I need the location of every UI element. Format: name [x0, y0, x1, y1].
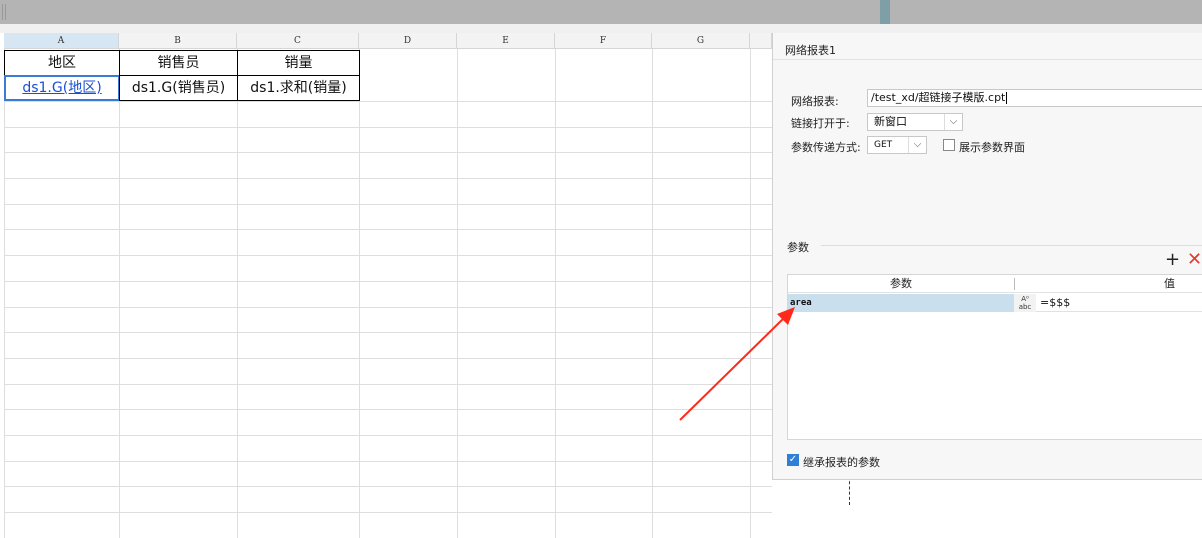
- param-method-label: 参数传递方式:: [791, 141, 861, 154]
- grid-vline: [237, 49, 238, 538]
- grid-hline: [4, 332, 772, 333]
- report-label: 网络报表:: [791, 95, 839, 108]
- params-group-line: [821, 245, 1202, 246]
- value-column-header[interactable]: 值: [1015, 275, 1202, 293]
- column-header-h[interactable]: [750, 33, 772, 49]
- show-param-label: 展示参数界面: [959, 141, 1025, 154]
- column-header-c[interactable]: C: [237, 33, 359, 49]
- grid-hline: [4, 281, 772, 282]
- column-header-b[interactable]: B: [119, 33, 237, 49]
- column-header-g[interactable]: G: [652, 33, 750, 49]
- grid-hline: [4, 512, 772, 513]
- type-toggle-icon[interactable]: A⁰ abc: [1014, 294, 1036, 312]
- plus-icon[interactable]: +: [1165, 251, 1180, 269]
- grid-hline: [4, 204, 772, 205]
- grid-hline: [4, 409, 772, 410]
- param-column-header[interactable]: 参数: [788, 275, 1014, 293]
- grid-vline: [750, 49, 751, 538]
- grid-hline: [4, 127, 772, 128]
- grid-hline: [4, 101, 772, 102]
- grid-hline: [4, 229, 772, 230]
- grid-hline: [4, 307, 772, 308]
- grid-hline: [4, 178, 772, 179]
- grid-hline: [4, 461, 772, 462]
- column-header-d[interactable]: D: [359, 33, 457, 49]
- params-table-header: 参数 值: [788, 275, 1202, 293]
- param-name-cell[interactable]: area: [788, 294, 1014, 312]
- column-header-f[interactable]: F: [555, 33, 652, 49]
- report-path-value: /test_xd/超链接子模版.cpt: [871, 91, 1006, 104]
- params-group-label: 参数: [787, 241, 809, 254]
- show-param-checkbox[interactable]: [943, 139, 955, 151]
- chevron-down-icon[interactable]: ⌵: [944, 114, 962, 130]
- type-icon-top: A⁰: [1021, 295, 1029, 303]
- params-table: 参数 值 area A⁰ abc =$$$: [787, 274, 1202, 440]
- grid-hline: [4, 255, 772, 256]
- open-in-value: 新窗口: [874, 115, 907, 128]
- grid-vline: [4, 49, 5, 538]
- open-in-select[interactable]: 新窗口 ⌵: [867, 113, 963, 131]
- cell-b2[interactable]: ds1.G(销售员): [119, 75, 238, 101]
- column-header-a[interactable]: A: [4, 33, 119, 49]
- param-value-cell[interactable]: =$$$: [1036, 294, 1202, 312]
- grid-hline: [4, 384, 772, 385]
- open-in-label: 链接打开于:: [791, 117, 850, 130]
- text-caret: [1006, 92, 1008, 104]
- grid-vline: [119, 49, 120, 538]
- table-row[interactable]: area A⁰ abc =$$$: [788, 294, 1202, 312]
- inherit-params-label: 继承报表的参数: [803, 456, 880, 469]
- param-method-select[interactable]: GET ⌵: [867, 136, 927, 154]
- grid-hline: [4, 152, 772, 153]
- toolbar-accent-marker: [880, 0, 890, 24]
- report-path-input[interactable]: /test_xd/超链接子模版.cpt: [867, 89, 1202, 107]
- toolbar-gap: [0, 24, 1202, 33]
- grid-vline: [555, 49, 556, 538]
- cell-b1[interactable]: 销售员: [119, 50, 238, 76]
- dialog-title: 网络报表1: [785, 44, 836, 57]
- hyperlink-dialog: 网络报表1 网络报表: /test_xd/超链接子模版.cpt 链接打开于: 新…: [772, 33, 1202, 480]
- grid-hline: [4, 358, 772, 359]
- dialog-title-divider: [773, 59, 1202, 60]
- column-header-e[interactable]: E: [457, 33, 555, 49]
- grip-handle[interactable]: [2, 4, 6, 20]
- top-toolbar-strip: [0, 0, 1202, 24]
- cell-c2[interactable]: ds1.求和(销量): [237, 75, 360, 101]
- cell-a1[interactable]: 地区: [4, 50, 120, 76]
- cell-c1[interactable]: 销量: [237, 50, 360, 76]
- grid-vline: [457, 49, 458, 538]
- inherit-params-checkbox[interactable]: ✓: [787, 454, 799, 466]
- param-method-value: GET: [874, 140, 893, 150]
- grid-hline: [4, 486, 772, 487]
- grid-vline: [359, 49, 360, 538]
- grid-vline: [652, 49, 653, 538]
- type-icon-bottom: abc: [1018, 303, 1032, 311]
- grid-hline: [4, 435, 772, 436]
- close-icon[interactable]: ✕: [1187, 251, 1202, 269]
- chevron-down-icon[interactable]: ⌵: [908, 137, 926, 153]
- cell-a2[interactable]: ds1.G(地区): [4, 75, 120, 101]
